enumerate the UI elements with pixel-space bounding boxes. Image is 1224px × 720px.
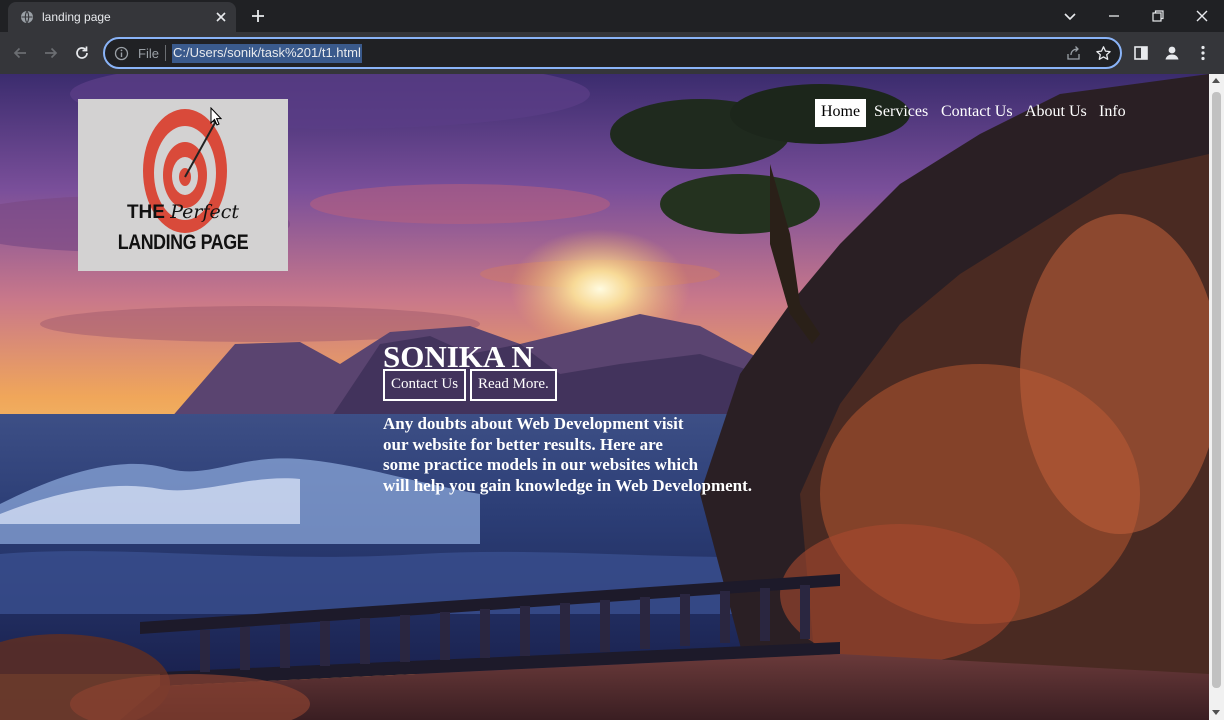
logo-tagline: THE Perfect xyxy=(126,201,240,223)
hero-name: SONIKA N xyxy=(383,339,534,374)
globe-icon xyxy=(21,10,33,24)
chevron-down-icon[interactable] xyxy=(1060,6,1080,26)
star-icon[interactable] xyxy=(1095,45,1112,62)
page-viewport: THE Perfect LANDING PAGE Home Services C… xyxy=(0,74,1209,720)
address-bar[interactable]: File C:/Users/sonik/task%201/t1.html xyxy=(103,37,1122,69)
hero-description: Any doubts about Web Development visit o… xyxy=(383,414,753,495)
hero-buttons: Contact Us Read More. xyxy=(383,369,583,403)
tab-strip: landing page xyxy=(0,0,1224,32)
nav-info[interactable]: Info xyxy=(1093,99,1132,127)
info-icon[interactable] xyxy=(114,46,129,61)
share-icon[interactable] xyxy=(1065,45,1082,62)
close-icon[interactable] xyxy=(1192,6,1212,26)
minimize-icon[interactable] xyxy=(1104,6,1124,26)
nav-services[interactable]: Services xyxy=(868,99,934,127)
browser-toolbar: File C:/Users/sonik/task%201/t1.html xyxy=(0,32,1224,74)
tab-landing-page[interactable]: landing page xyxy=(8,2,236,32)
kebab-menu-icon[interactable] xyxy=(1193,43,1213,63)
hero-section: SONIKA N Contact Us Read More. Any doubt… xyxy=(383,339,752,495)
plus-icon[interactable] xyxy=(248,6,268,26)
arrow-right-icon[interactable] xyxy=(41,43,61,63)
nav-home[interactable]: Home xyxy=(815,99,867,127)
reload-icon[interactable] xyxy=(72,43,92,63)
nav-about-us[interactable]: About Us xyxy=(1019,99,1093,127)
side-panel-icon[interactable] xyxy=(1131,43,1151,63)
nav-contact-us[interactable]: Contact Us xyxy=(935,99,1019,127)
omnibox-divider xyxy=(165,45,166,61)
mouse-cursor-icon xyxy=(210,107,222,126)
contact-us-button[interactable]: Contact Us xyxy=(383,369,467,401)
logo: THE Perfect LANDING PAGE xyxy=(78,99,288,271)
scrollbar-thumb[interactable] xyxy=(1212,92,1221,688)
logo-title: LANDING PAGE xyxy=(117,231,249,254)
tab-title: landing page xyxy=(42,10,111,24)
restore-icon[interactable] xyxy=(1148,6,1168,26)
scroll-down-icon[interactable] xyxy=(1212,710,1220,715)
page-scrollbar[interactable] xyxy=(1209,74,1224,720)
arrow-left-icon[interactable] xyxy=(10,43,30,63)
read-more-button[interactable]: Read More. xyxy=(470,369,557,401)
profile-icon[interactable] xyxy=(1162,43,1182,63)
scroll-up-icon[interactable] xyxy=(1212,78,1220,83)
close-icon[interactable] xyxy=(214,10,228,24)
url-text[interactable]: C:/Users/sonik/task%201/t1.html xyxy=(172,44,362,63)
scheme-label: File xyxy=(138,46,159,61)
